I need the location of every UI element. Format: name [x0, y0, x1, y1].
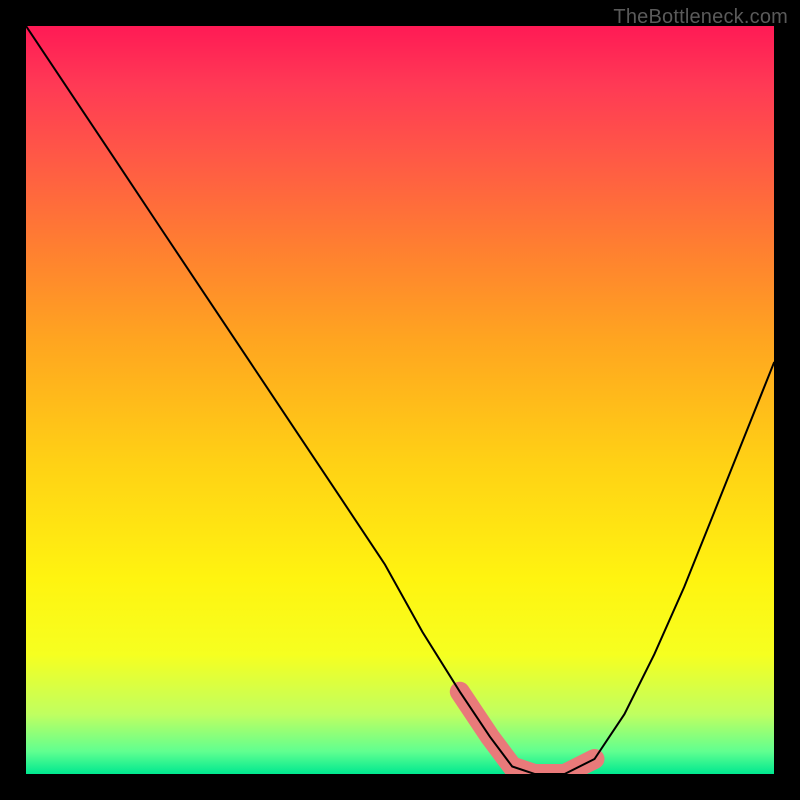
chart-frame: TheBottleneck.com	[0, 0, 800, 800]
plot-area	[26, 26, 774, 774]
chart-svg	[26, 26, 774, 774]
basin-highlight	[460, 692, 595, 774]
bottleneck-curve	[26, 26, 774, 774]
watermark-text: TheBottleneck.com	[613, 6, 788, 29]
